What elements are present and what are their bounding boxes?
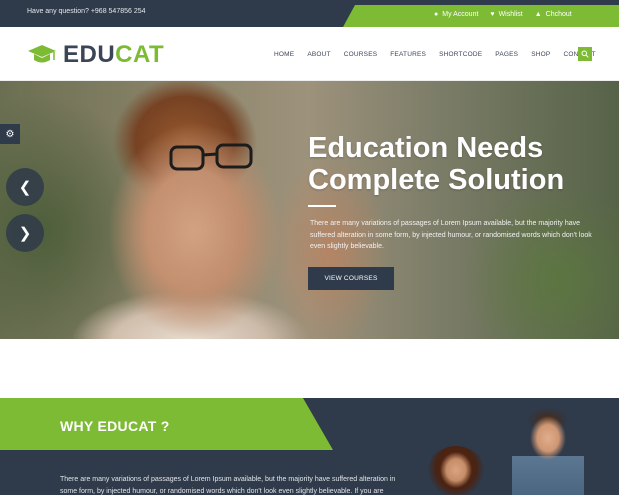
chevron-left-icon: ❮ — [18, 179, 32, 196]
slider-prev-button[interactable]: ❮ — [6, 168, 44, 206]
logo[interactable]: EDUCAT — [27, 41, 164, 69]
site-header: EDUCAT HOME ABOUT COURSES FEATURES SHORT… — [0, 27, 619, 81]
hero-slider: ⚙ ❮ ❯ Education Needs Complete Solution … — [0, 81, 619, 339]
hero-description: There are many variations of passages of… — [310, 220, 592, 250]
my-account-label: My Account — [442, 11, 479, 18]
nav-item-shop[interactable]: SHOP — [531, 51, 550, 58]
hero-title-line2: Complete Solution — [308, 164, 565, 196]
chevron-right-icon: ❯ — [18, 225, 32, 242]
search-icon — [581, 50, 589, 58]
hero-divider — [308, 205, 336, 207]
my-account-link[interactable]: ● My Account — [434, 11, 478, 18]
nav-item-about[interactable]: ABOUT — [307, 51, 330, 58]
wishlist-link[interactable]: ♥ Wishlist — [490, 11, 522, 18]
main-nav: HOME ABOUT COURSES FEATURES SHORTCODE PA… — [274, 51, 609, 58]
logo-text-edu: EDU — [63, 41, 116, 68]
logo-text-cat: CAT — [115, 41, 165, 68]
wishlist-label: Wishlist — [498, 11, 523, 18]
why-text: There are many variations of passages of… — [60, 476, 396, 495]
search-button[interactable] — [578, 47, 592, 61]
logo-text: EDUCAT — [63, 41, 164, 69]
contact-question: Have any question? +968 547856 254 — [27, 8, 146, 15]
nav-item-shortcode[interactable]: SHORTCODE — [439, 51, 482, 58]
account-links: ● My Account ♥ Wishlist ▲ Chchout — [434, 11, 572, 18]
heart-icon: ♥ — [490, 11, 495, 18]
nav-item-home[interactable]: HOME — [274, 51, 294, 58]
checkout-link[interactable]: ▲ Chchout — [535, 11, 572, 18]
slider-next-button[interactable]: ❯ — [6, 214, 44, 252]
hero-title-line1: Education Needs — [308, 132, 544, 164]
hero-title: Education Needs Complete Solution — [308, 132, 608, 196]
nav-item-pages[interactable]: PAGES — [495, 51, 518, 58]
top-bar: Have any question? +968 547856 254 ● My … — [0, 0, 619, 27]
view-courses-button[interactable]: VIEW COURSES — [308, 267, 394, 290]
settings-toggle[interactable]: ⚙ — [0, 124, 20, 144]
checkout-label: Chchout — [545, 11, 572, 18]
basket-icon: ▲ — [534, 11, 542, 18]
hero-photo-glasses — [169, 143, 253, 171]
hero-overlay — [0, 81, 619, 339]
why-title: WHY EDUCAT ? — [60, 418, 170, 434]
student-photo-boy — [512, 408, 584, 495]
gear-icon: ⚙ — [5, 128, 15, 140]
user-icon: ● — [434, 11, 439, 18]
graduation-cap-icon — [27, 43, 57, 67]
nav-item-courses[interactable]: COURSES — [344, 51, 378, 58]
nav-item-features[interactable]: FEATURES — [390, 51, 426, 58]
student-photo-girl — [428, 446, 484, 495]
why-section: WHY EDUCAT ? There are many variations o… — [0, 398, 619, 495]
